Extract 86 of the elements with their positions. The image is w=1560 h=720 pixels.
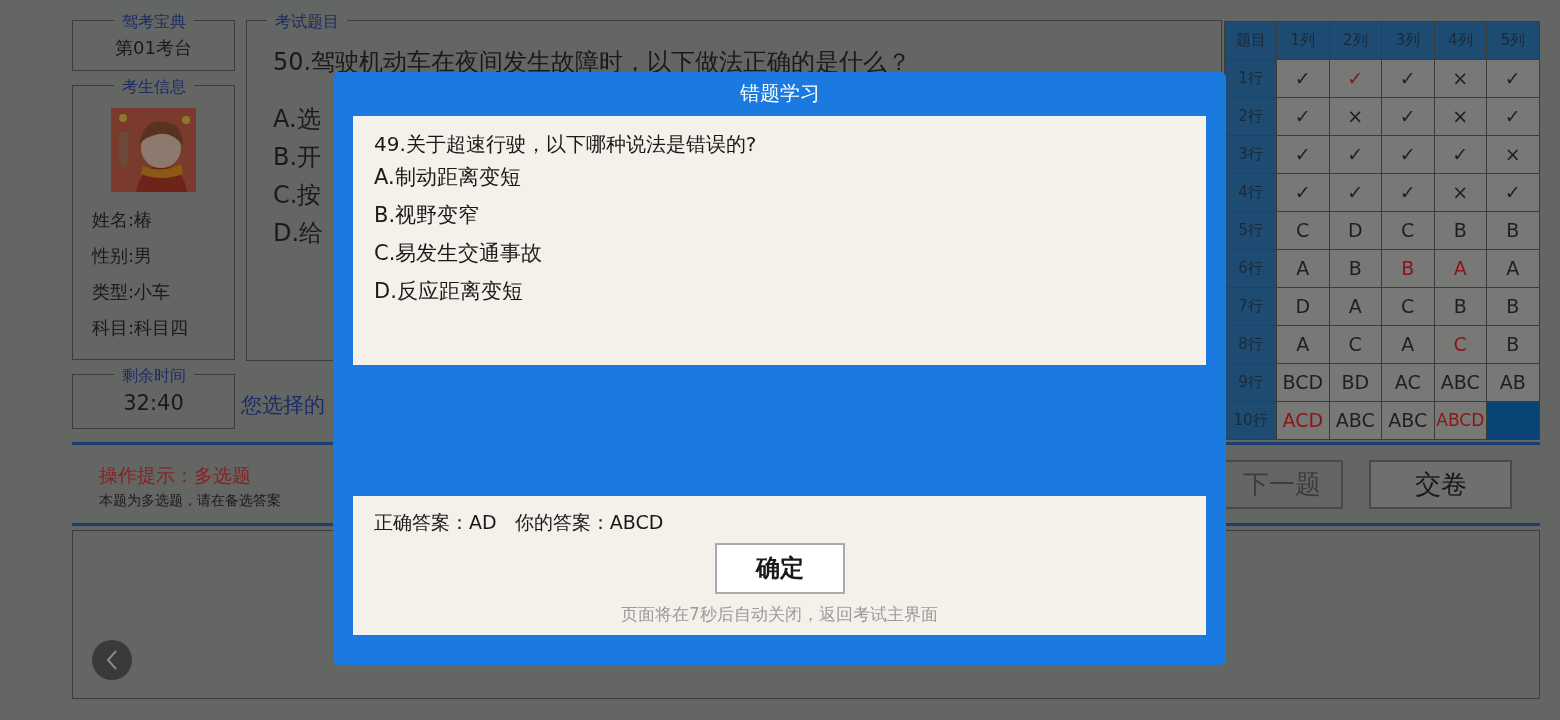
answer-cell[interactable]: ✓	[1277, 60, 1329, 97]
candidate-field: 姓名:椿	[92, 208, 234, 232]
answer-cell[interactable]: ABC	[1382, 402, 1434, 439]
row-header: 9行	[1225, 364, 1276, 401]
column-header: 4列	[1434, 22, 1486, 59]
dialog-option: D.反应距离变短	[374, 272, 1206, 310]
answer-cell[interactable]: ✓	[1382, 60, 1434, 97]
dialog-option: A.制动距离变短	[374, 158, 1206, 196]
answer-cell[interactable]: ABCD	[1434, 402, 1486, 439]
answer-cell[interactable]: A	[1487, 250, 1539, 287]
dialog-option: C.易发生交通事故	[374, 234, 1206, 272]
hint-text: 本题为多选题，请在备选答案	[99, 490, 281, 510]
row-header: 3行	[1225, 136, 1276, 173]
answer-result: 正确答案：AD 你的答案：ABCD	[373, 510, 665, 535]
answer-cell[interactable]: C	[1277, 212, 1329, 249]
answer-cell[interactable]: ACD	[1277, 402, 1329, 439]
answer-cell[interactable]: ✓	[1277, 174, 1329, 211]
row-header: 2行	[1225, 98, 1276, 135]
answer-cell[interactable]: ABC	[1434, 364, 1486, 401]
answer-cell[interactable]: B	[1329, 250, 1381, 287]
answer-cell[interactable]: BD	[1329, 364, 1381, 401]
auto-close-note: 页面将在7秒后自动关闭，返回考试主界面	[621, 602, 938, 626]
answer-cell[interactable]: ×	[1487, 136, 1539, 173]
answer-cell[interactable]: A	[1277, 326, 1329, 363]
hint-title: 操作提示：多选题	[99, 463, 251, 488]
answer-cell[interactable]: C	[1382, 288, 1434, 325]
answer-cell[interactable]: A	[1434, 250, 1486, 287]
chevron-left-icon	[106, 649, 118, 671]
answer-cell[interactable]: B	[1434, 212, 1486, 249]
answer-cell[interactable]: ×	[1329, 98, 1381, 135]
row-header: 7行	[1225, 288, 1276, 325]
answer-cell[interactable]: ✓	[1487, 60, 1539, 97]
row-header: 6行	[1225, 250, 1276, 287]
candidate-field: 科目:科目四	[92, 316, 234, 340]
answer-cell[interactable]: A	[1382, 326, 1434, 363]
row-header: 4行	[1225, 174, 1276, 211]
candidate-field: 性别:男	[92, 244, 234, 268]
row-header: 5行	[1225, 212, 1276, 249]
row-header: 8行	[1225, 326, 1276, 363]
answer-cell[interactable]: B	[1487, 212, 1539, 249]
dialog-title: 错题学习	[739, 80, 820, 107]
answer-cell[interactable]: ✓	[1329, 136, 1381, 173]
answer-cell[interactable]: ×	[1434, 98, 1486, 135]
answer-cell[interactable]: D	[1277, 288, 1329, 325]
answer-cell[interactable]: AB	[1487, 364, 1539, 401]
column-header: 2列	[1329, 22, 1381, 59]
answer-cell[interactable]: B	[1434, 288, 1486, 325]
answer-cell[interactable]: D	[1329, 212, 1381, 249]
answer-cell[interactable]: ✓	[1382, 174, 1434, 211]
back-button[interactable]	[92, 640, 132, 680]
answer-cell[interactable]: ✓	[1277, 136, 1329, 173]
column-header: 5列	[1487, 22, 1539, 59]
answer-cell[interactable]: AC	[1382, 364, 1434, 401]
answer-cell[interactable]: B	[1487, 326, 1539, 363]
answer-cell[interactable]: A	[1277, 250, 1329, 287]
answer-cell[interactable]: ✓	[1434, 136, 1486, 173]
dialog-question: 49.关于超速行驶，以下哪种说法是错误的?	[374, 131, 758, 158]
column-header: 3列	[1382, 22, 1434, 59]
answer-cell[interactable]: C	[1329, 326, 1381, 363]
answer-cell[interactable]: ×	[1434, 60, 1486, 97]
answer-cell[interactable]: ✓	[1329, 60, 1381, 97]
answer-cell[interactable]: BCD	[1277, 364, 1329, 401]
answer-cell[interactable]: ✓	[1277, 98, 1329, 135]
selection-label: 您选择的	[241, 392, 325, 419]
row-header: 10行	[1225, 402, 1276, 439]
dialog-option: B.视野变窄	[374, 196, 1206, 234]
submit-button[interactable]: 交卷	[1369, 460, 1512, 509]
answer-cell[interactable]: ABC	[1329, 402, 1381, 439]
answer-cell[interactable]: C	[1382, 212, 1434, 249]
candidate-field: 类型:小车	[92, 280, 234, 304]
answer-cell[interactable]: ×	[1434, 174, 1486, 211]
answer-cell[interactable]: ✓	[1487, 98, 1539, 135]
station-number: 第01考台	[115, 36, 192, 60]
answer-cell[interactable]: ✓	[1382, 98, 1434, 135]
answer-cell[interactable]: C	[1434, 326, 1486, 363]
confirm-button[interactable]: 确定	[714, 542, 845, 594]
answer-cell[interactable]	[1487, 402, 1539, 439]
answer-cell[interactable]: A	[1329, 288, 1381, 325]
column-header: 1列	[1277, 22, 1329, 59]
answer-cell[interactable]: B	[1382, 250, 1434, 287]
row-header: 1行	[1225, 60, 1276, 97]
answer-cell[interactable]: ✓	[1487, 174, 1539, 211]
answer-cell[interactable]: B	[1487, 288, 1539, 325]
answer-cell[interactable]: ✓	[1329, 174, 1381, 211]
answer-cell[interactable]: ✓	[1382, 136, 1434, 173]
countdown-timer: 32:40	[123, 389, 184, 417]
